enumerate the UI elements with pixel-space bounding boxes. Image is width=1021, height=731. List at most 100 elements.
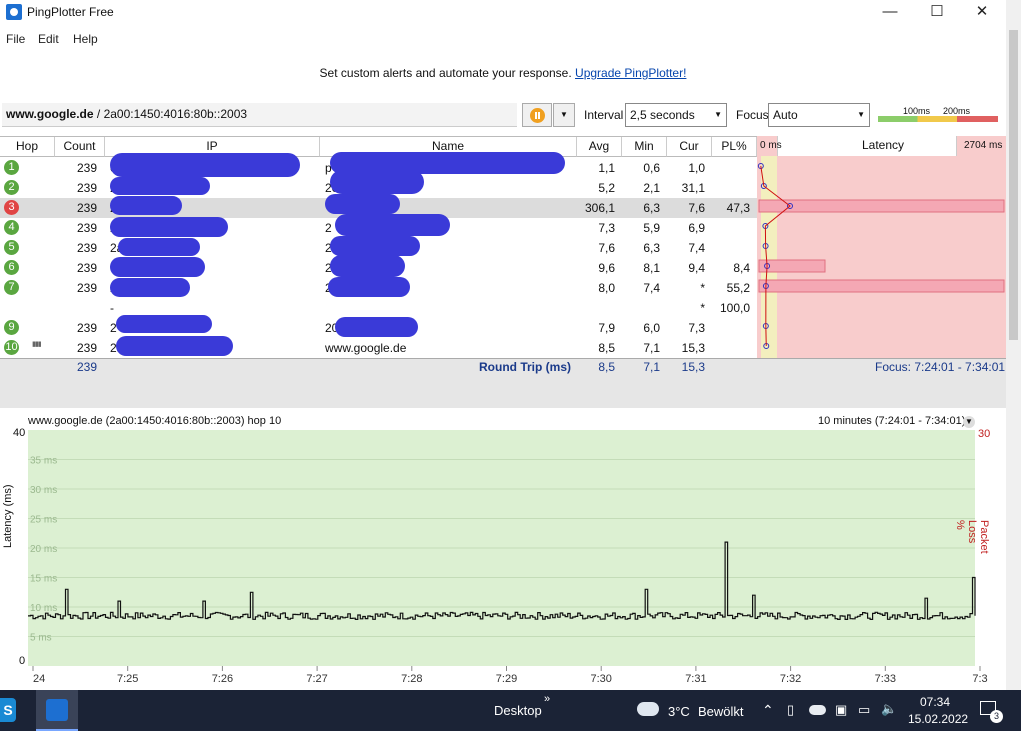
chevron-up-icon[interactable]: ⌃: [762, 702, 774, 719]
network-icon[interactable]: ▭: [858, 702, 870, 718]
clock-date[interactable]: 15.02.2022: [908, 712, 968, 726]
minimize-button[interactable]: —: [870, 2, 910, 22]
cell-count: 239: [76, 161, 97, 175]
cell-avg: 306,1: [584, 201, 615, 215]
interval-label: Interval: [584, 108, 624, 122]
scrollbar-thumb[interactable]: [1009, 30, 1018, 340]
cell-name: www.google.de: [325, 341, 407, 355]
summary-avg: 8,5: [598, 360, 615, 374]
clock-time[interactable]: 07:34: [920, 695, 950, 709]
cell-count: 239: [76, 321, 97, 335]
cell-pl: 47,3: [726, 201, 750, 215]
cloud-icon[interactable]: [637, 702, 659, 716]
cell-cur: 7,3: [688, 321, 705, 335]
y-axis-max: 40: [13, 427, 26, 439]
cell-min: 8,1: [643, 261, 660, 275]
hop-badge: 2: [4, 180, 19, 195]
redaction-blob: [335, 317, 418, 337]
interval-select[interactable]: 2,5 seconds ▼: [625, 103, 727, 127]
cell-count: 239: [76, 221, 97, 235]
chevron-down-icon: ▼: [857, 110, 865, 119]
menu-edit[interactable]: Edit: [38, 32, 59, 46]
cell-count: 239: [76, 341, 97, 355]
maximize-button[interactable]: ☐: [917, 2, 957, 22]
redaction-blob: [325, 194, 400, 214]
pause-dropdown-button[interactable]: ▼: [553, 103, 575, 127]
redaction-blob: [330, 255, 405, 277]
col-min[interactable]: Min: [622, 137, 667, 157]
taskbar-pingplotter[interactable]: [36, 690, 78, 731]
col-cur[interactable]: Cur: [667, 137, 712, 157]
onedrive-icon[interactable]: [809, 705, 826, 715]
redaction-blob: [116, 336, 233, 356]
hop-badge: 9: [4, 320, 19, 335]
graph-bars-icon[interactable]: ▮▮▮: [32, 340, 42, 348]
col-avg[interactable]: Avg: [577, 137, 622, 157]
gridline-label: 10 ms: [30, 603, 57, 614]
x-tick-label: 7:25: [117, 673, 138, 685]
weather-temp[interactable]: 3°C: [668, 704, 690, 719]
latency-min-label: 0 ms: [760, 140, 782, 151]
cell-avg: 7,6: [598, 241, 615, 255]
menu-file[interactable]: File: [6, 32, 25, 46]
redaction-blob: [330, 170, 424, 194]
chevron-right-icon[interactable]: »: [544, 693, 550, 705]
gridline-label: 35 ms: [30, 456, 57, 467]
redaction-blob: [118, 238, 200, 256]
pingplotter-icon: [46, 699, 68, 721]
col-pl[interactable]: PL%: [712, 137, 757, 157]
hop-badge: 1: [4, 160, 19, 175]
cell-min: 6,3: [643, 201, 660, 215]
scale-label-100: 100ms: [903, 106, 931, 116]
upgrade-link[interactable]: Upgrade PingPlotter!: [575, 66, 686, 80]
cell-avg: 5,2: [598, 181, 615, 195]
close-button[interactable]: ✕: [962, 2, 1002, 22]
redaction-blob: [330, 236, 420, 256]
pause-button[interactable]: [522, 103, 552, 127]
x-tick-label: 7:29: [496, 673, 517, 685]
hop-badge: 4: [4, 220, 19, 235]
cell-ip: -: [110, 301, 114, 315]
chevron-down-icon: ▼: [714, 110, 722, 119]
x-tick-label: 7:27: [306, 673, 327, 685]
summary-cur: 15,3: [681, 360, 705, 374]
chevron-down-icon: ▼: [560, 110, 568, 119]
latency-trace: [760, 165, 791, 347]
cell-min: 6,0: [643, 321, 660, 335]
cell-min: 7,1: [643, 341, 660, 355]
redaction-blob: [110, 153, 300, 177]
banner-text: Set custom alerts and automate your resp…: [319, 66, 572, 80]
redaction-blob: [116, 315, 212, 333]
cell-cur: 31,1: [681, 181, 705, 195]
menu-bar: [0, 28, 1006, 50]
col-hop[interactable]: Hop: [0, 137, 55, 157]
cell-pl: 8,4: [733, 261, 750, 275]
focus-select[interactable]: Auto ▼: [768, 103, 870, 127]
y-axis-right-max: 30: [978, 428, 991, 440]
cell-min: 2,1: [643, 181, 660, 195]
latency-mini-graph: [757, 163, 1005, 349]
table-row[interactable]: 10▮▮▮2392awww.google.de8,57,115,3: [0, 338, 757, 358]
table-row[interactable]: - * 100,0: [0, 298, 757, 318]
weather-text[interactable]: Bewölkt: [698, 704, 744, 719]
device-icon[interactable]: ▯: [787, 702, 794, 718]
pause-icon: [530, 108, 545, 123]
col-count[interactable]: Count: [55, 137, 105, 157]
taskbar: S Desktop » 3°C Bewölkt ⌃ ▯ ▣ ▭ 🔈 07:34 …: [0, 690, 1021, 731]
redaction-blob: [110, 257, 205, 277]
skype-icon[interactable]: S: [0, 698, 16, 722]
cell-count: 239: [76, 261, 97, 275]
focus-value: Auto: [773, 108, 798, 122]
gridline-label: 20 ms: [30, 544, 57, 555]
hop-badge: 7: [4, 280, 19, 295]
cell-cur: 7,6: [688, 201, 705, 215]
cell-pl: 100,0: [719, 301, 750, 315]
desktop-toolbar[interactable]: Desktop: [494, 703, 542, 718]
volume-icon[interactable]: 🔈: [881, 701, 897, 717]
target-field[interactable]: www.google.de / 2a00:1450:4016:80b::2003: [2, 103, 517, 127]
menu-help[interactable]: Help: [73, 32, 98, 46]
notification-count: 3: [990, 710, 1003, 723]
cell-cur: 15,3: [681, 341, 705, 355]
app-tray-icon[interactable]: ▣: [835, 702, 847, 718]
cell-avg: 8,0: [598, 281, 615, 295]
